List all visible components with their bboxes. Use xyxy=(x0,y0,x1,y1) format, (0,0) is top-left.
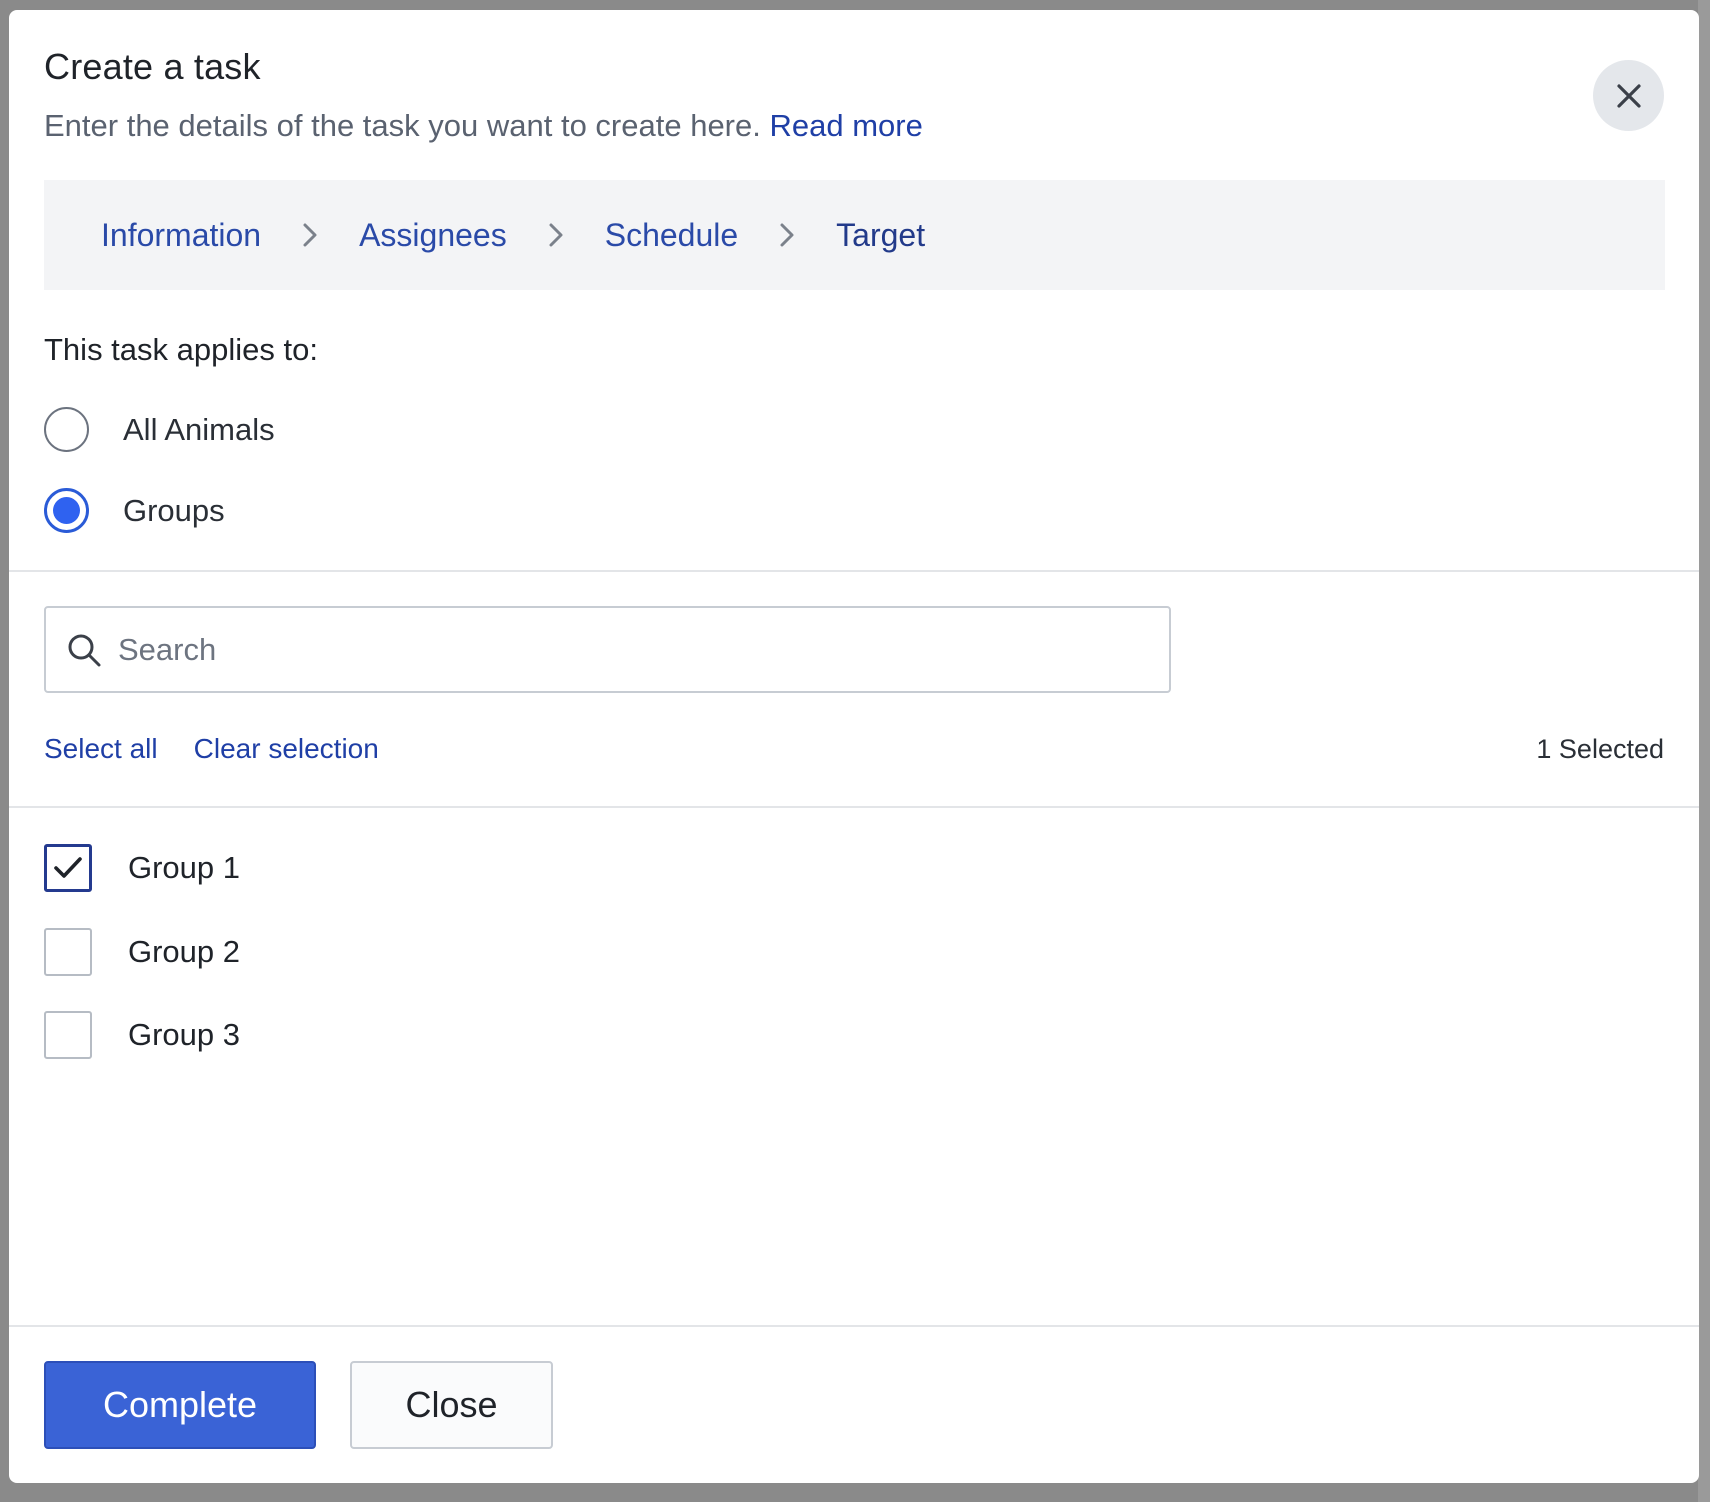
divider xyxy=(9,806,1699,808)
complete-button[interactable]: Complete xyxy=(44,1361,316,1449)
search-box[interactable] xyxy=(44,606,1171,693)
chevron-right-icon xyxy=(261,221,359,249)
group-label: Group 1 xyxy=(128,850,241,885)
close-modal-button[interactable] xyxy=(1593,60,1664,131)
checkbox[interactable] xyxy=(44,928,92,976)
search-icon xyxy=(68,634,101,666)
footer-divider xyxy=(9,1325,1699,1327)
radio-all-animals[interactable]: All Animals xyxy=(44,407,275,452)
check-icon xyxy=(54,857,82,878)
radio-groups[interactable]: Groups xyxy=(44,488,225,533)
close-icon xyxy=(1616,83,1641,108)
subtitle-text: Enter the details of the task you want t… xyxy=(44,108,761,143)
select-all-link[interactable]: Select all xyxy=(44,733,158,765)
radio-dot xyxy=(53,497,80,524)
close-button[interactable]: Close xyxy=(350,1361,553,1449)
create-task-modal: Create a task Enter the details of the t… xyxy=(9,10,1699,1483)
clear-selection-link[interactable]: Clear selection xyxy=(194,733,379,765)
divider xyxy=(9,570,1699,572)
read-more-link[interactable]: Read more xyxy=(770,108,923,143)
checkbox[interactable] xyxy=(44,844,92,892)
group-item[interactable]: Group 2 xyxy=(44,928,240,976)
group-label: Group 3 xyxy=(128,1017,241,1052)
radio-button[interactable] xyxy=(44,488,89,533)
modal-header: Create a task Enter the details of the t… xyxy=(44,46,1664,144)
search-input[interactable] xyxy=(118,631,1118,668)
backdrop xyxy=(1698,0,1710,1502)
group-label: Group 2 xyxy=(128,934,241,969)
radio-label: All Animals xyxy=(123,411,275,447)
selection-links: Select all Clear selection xyxy=(44,733,379,765)
checkbox[interactable] xyxy=(44,1011,92,1059)
step-schedule[interactable]: Schedule xyxy=(605,217,738,254)
step-assignees[interactable]: Assignees xyxy=(359,217,507,254)
step-information[interactable]: Information xyxy=(101,217,261,254)
chevron-right-icon xyxy=(507,221,605,249)
step-target[interactable]: Target xyxy=(836,217,925,254)
radio-button[interactable] xyxy=(44,407,89,452)
applies-to-label: This task applies to: xyxy=(44,332,318,367)
radio-label: Groups xyxy=(123,492,225,528)
group-item[interactable]: Group 1 xyxy=(44,844,240,892)
modal-title: Create a task xyxy=(44,46,261,87)
group-item[interactable]: Group 3 xyxy=(44,1011,240,1059)
step-breadcrumb: Information Assignees Schedule Target xyxy=(44,180,1665,290)
selected-count: 1 Selected xyxy=(1536,734,1664,764)
modal-subtitle: Enter the details of the task you want t… xyxy=(44,108,1664,144)
chevron-right-icon xyxy=(738,221,836,249)
